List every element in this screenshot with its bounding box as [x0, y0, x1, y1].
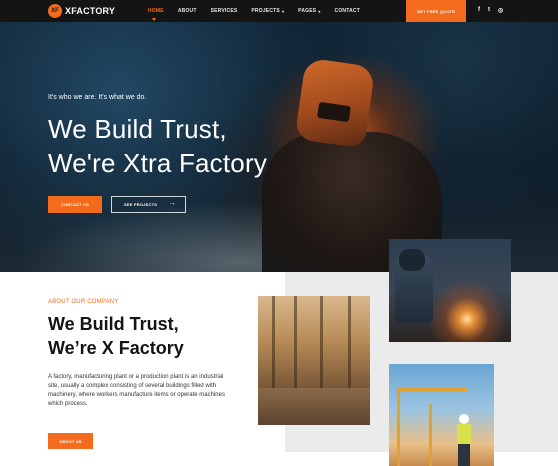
menu-item-pages[interactable]: PAGES ▾	[298, 8, 320, 14]
welding-sparks-image	[389, 239, 511, 342]
about-eyebrow: ABOUT OUR COMPANY	[48, 299, 119, 305]
hero-title-line2: We're Xtra Factory	[48, 148, 268, 178]
about-title: We Build Trust, We’re X Factory	[48, 312, 184, 360]
dropdown-caret-icon: ▾	[281, 8, 285, 14]
instagram-icon[interactable]: ◎	[498, 7, 503, 14]
logo-icon: XF	[48, 4, 62, 18]
facebook-icon[interactable]: f	[478, 7, 480, 13]
arrow-right-icon: →	[168, 200, 176, 207]
about-title-line1: We Build Trust,	[48, 314, 179, 334]
factory-interior-image	[258, 296, 370, 425]
menu-item-home[interactable]: HOME	[148, 8, 164, 14]
menu-item-label: ABOUT	[177, 8, 197, 14]
worker-helmet	[459, 414, 469, 424]
crane-jib	[397, 388, 467, 391]
crane-mast	[397, 388, 400, 466]
crane-mast	[429, 404, 432, 466]
dropdown-caret-icon: ▾	[318, 8, 321, 14]
see-projects-button[interactable]: SEE PROJECTS →	[111, 196, 186, 213]
hero-title-line1: We Build Trust,	[48, 114, 227, 144]
menu-item-about[interactable]: ABOUT	[178, 8, 197, 14]
logo-text: XFACTORY	[65, 6, 116, 16]
hall-floor	[258, 388, 370, 425]
hero-tagline: It's who we are. It's what we do.	[48, 94, 147, 101]
about-us-button[interactable]: ABOUT US	[48, 433, 93, 449]
menu-item-label: HOME	[148, 8, 164, 14]
construction-worker-image	[389, 364, 494, 466]
hero-banner: It's who we are. It's what we do. We Bui…	[0, 22, 558, 272]
twitter-icon[interactable]: t	[488, 7, 490, 13]
menu-item-label: CONTACT	[334, 8, 361, 14]
top-navbar: XF XFACTORY HOME ABOUT SERVICES PROJECTS…	[0, 0, 558, 22]
worker-legs	[458, 444, 470, 466]
menu-item-services[interactable]: SERVICES	[211, 8, 238, 14]
active-indicator	[152, 18, 156, 21]
get-free-quote-button[interactable]: GET FREE QUOTE	[406, 0, 466, 22]
contact-us-button[interactable]: CONTACT US	[48, 196, 102, 213]
worker-vest	[457, 424, 471, 444]
menu-item-contact[interactable]: CONTACT	[335, 8, 360, 14]
about-title-line2: We’re X Factory	[48, 338, 184, 358]
menu-item-label: PAGES	[298, 8, 317, 14]
menu-item-label: PROJECTS	[251, 8, 280, 14]
main-menu: HOME ABOUT SERVICES PROJECTS ▾ PAGES ▾ CON…	[148, 0, 374, 22]
hero-title: We Build Trust, We're Xtra Factory	[48, 112, 267, 180]
welding-mask	[294, 57, 376, 149]
menu-item-label: SERVICES	[210, 8, 238, 14]
see-projects-label: SEE PROJECTS	[124, 202, 158, 207]
menu-item-projects[interactable]: PROJECTS ▾	[251, 8, 284, 14]
about-description: A factory, manufacturing plant or a prod…	[48, 374, 225, 407]
welder-helmet	[399, 249, 425, 271]
site-logo[interactable]: XF XFACTORY	[48, 4, 115, 18]
